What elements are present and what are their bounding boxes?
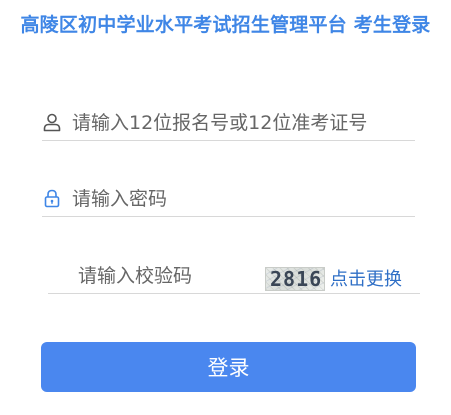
password-field[interactable] <box>42 182 415 217</box>
page-title: 高陵区初中学业水平考试招生管理平台 考生登录 <box>20 14 431 36</box>
refresh-captcha-link[interactable]: 点击更换 <box>330 265 402 291</box>
captcha-image[interactable]: 2816 <box>265 267 325 291</box>
user-icon <box>42 112 62 132</box>
lock-icon <box>42 188 62 208</box>
captcha-field[interactable]: 2816 点击更换 <box>48 257 420 294</box>
account-field[interactable] <box>42 106 415 141</box>
password-input[interactable] <box>72 184 402 214</box>
login-button[interactable]: 登录 <box>41 342 416 392</box>
account-input[interactable] <box>72 108 402 138</box>
captcha-code: 2816 <box>270 267 323 291</box>
captcha-input[interactable] <box>78 261 248 291</box>
